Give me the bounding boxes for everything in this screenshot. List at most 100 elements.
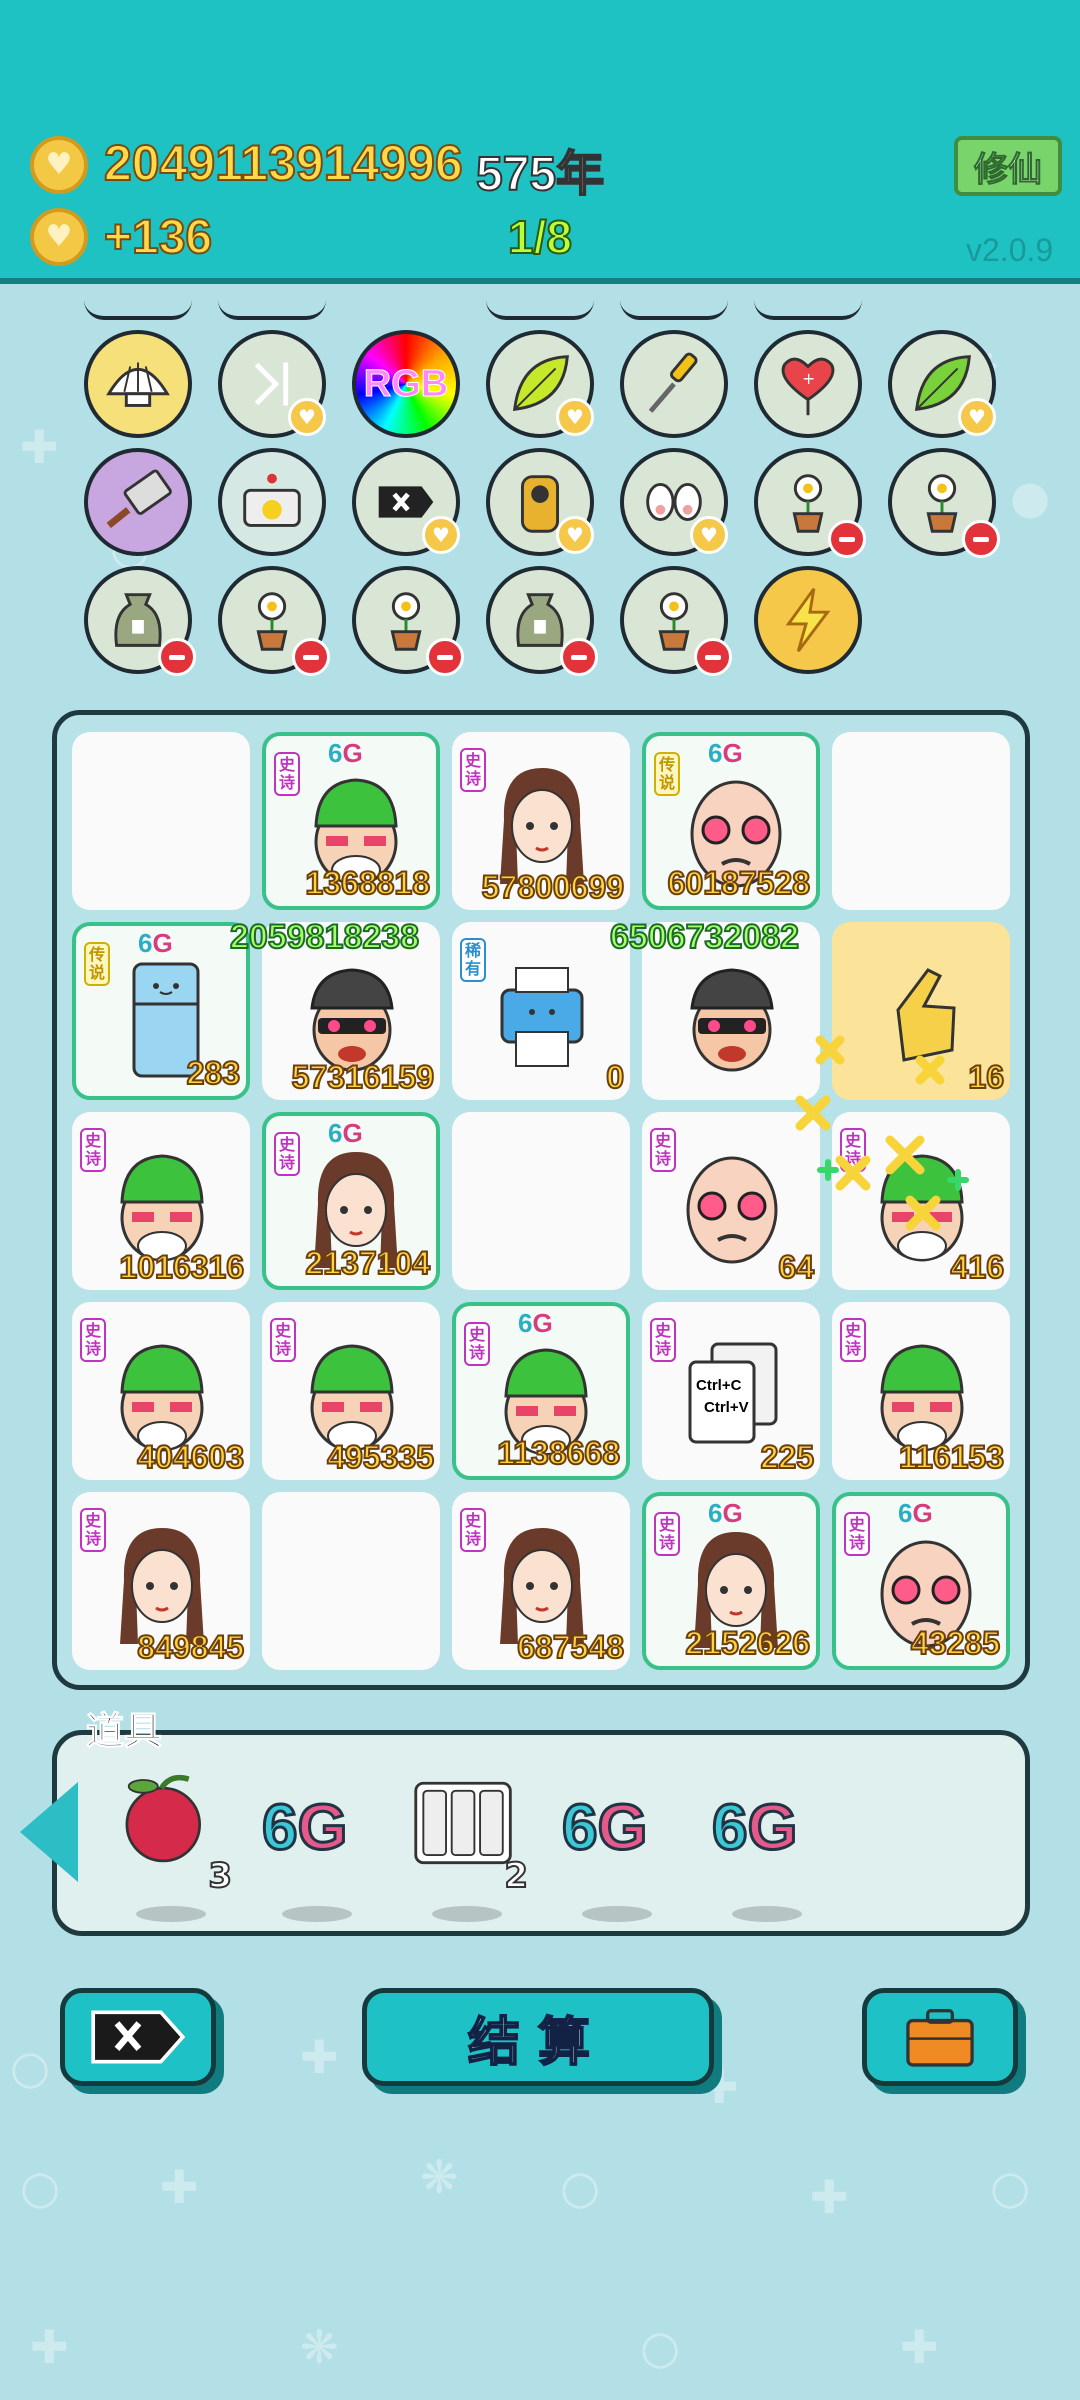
cell-value: 60187528 bbox=[667, 864, 811, 902]
cell-value: 404603 bbox=[136, 1438, 245, 1476]
heart-bag-item[interactable]: + bbox=[754, 330, 862, 438]
sixg-icon: 6G bbox=[561, 1790, 649, 1865]
board-cell-printer[interactable]: 稀有 0 bbox=[452, 922, 630, 1100]
bag-button[interactable] bbox=[862, 1988, 1018, 2086]
empty-board-cell[interactable] bbox=[832, 732, 1010, 910]
settle-button[interactable]: 结算 bbox=[362, 1988, 714, 2086]
remove-badge-icon[interactable] bbox=[426, 638, 464, 676]
arrow-left-icon[interactable] bbox=[20, 1782, 78, 1882]
rarity-tag: 史诗 bbox=[80, 1128, 106, 1172]
cell-value: 2152626 bbox=[684, 1624, 811, 1662]
close-tag-icon bbox=[91, 2010, 186, 2064]
board-cell-green-hat[interactable]: 史诗 116153 bbox=[832, 1302, 1010, 1480]
flower-pot-item[interactable] bbox=[218, 566, 330, 676]
remove-badge-icon[interactable] bbox=[158, 638, 196, 676]
flower-pot-item[interactable] bbox=[352, 566, 464, 676]
leaf-item[interactable]: ♥ bbox=[888, 330, 996, 438]
heart-badge-icon: ♥ bbox=[422, 516, 460, 554]
cell-value: 283 bbox=[186, 1054, 241, 1092]
empty-board-cell[interactable] bbox=[262, 1492, 440, 1670]
sack-item[interactable] bbox=[486, 566, 598, 676]
flower-pot-item[interactable] bbox=[620, 566, 732, 676]
board-cell-copy[interactable]: Ctrl+C Ctrl+V 史诗 225 bbox=[642, 1302, 820, 1480]
board-cell-green-hat[interactable]: 史诗 1016316 bbox=[72, 1112, 250, 1290]
heart-badge-icon: ♥ bbox=[288, 398, 326, 436]
remove-badge-icon[interactable] bbox=[828, 520, 866, 558]
board-cell-green-hat[interactable]: 史诗 6G 1138668 bbox=[452, 1302, 630, 1480]
sack-item[interactable] bbox=[84, 566, 196, 676]
heart-badge-icon: ♥ bbox=[556, 398, 594, 436]
empty-board-cell[interactable] bbox=[72, 732, 250, 910]
board-cell-fridge[interactable]: 传说 6G 283 bbox=[72, 922, 250, 1100]
sixg-prop[interactable]: 6G bbox=[711, 1770, 822, 1922]
board-cell-girl[interactable]: 史诗 57800699 bbox=[452, 732, 630, 910]
board-cell-girl[interactable]: 史诗 849845 bbox=[72, 1492, 250, 1670]
lightning-item[interactable] bbox=[754, 566, 862, 674]
remove-badge-icon[interactable] bbox=[292, 638, 330, 676]
xiuxian-button[interactable]: 修仙 bbox=[954, 136, 1062, 196]
cat-item[interactable]: ♥ bbox=[486, 448, 594, 556]
cell-value: 57316159 bbox=[291, 1058, 435, 1096]
rarity-tag: 史诗 bbox=[460, 1508, 486, 1552]
empty-board-cell[interactable] bbox=[452, 1112, 630, 1290]
remove-badge-icon[interactable] bbox=[560, 638, 598, 676]
svg-text:+: + bbox=[802, 370, 815, 388]
prop-count: 2 bbox=[503, 1855, 529, 1897]
close-tag-item[interactable]: ♥ bbox=[352, 448, 460, 556]
flower-pot-item[interactable] bbox=[888, 448, 1000, 558]
board-cell-girl[interactable]: 史诗 687548 bbox=[452, 1492, 630, 1670]
floating-value: 6506732082 bbox=[609, 917, 800, 957]
year-counter: 575年 bbox=[475, 147, 605, 202]
rarity-tag: 史诗 bbox=[80, 1508, 106, 1552]
board-cell-girl[interactable]: 史诗 6G 2152626 bbox=[642, 1492, 820, 1670]
version-label: v2.0.9 bbox=[966, 232, 1054, 268]
sixg-prop[interactable]: 6G bbox=[261, 1770, 372, 1922]
board-cell-bald[interactable]: 史诗 6G 43285 bbox=[832, 1492, 1010, 1670]
cell-value: 57800699 bbox=[481, 868, 625, 906]
lightning-icon bbox=[785, 587, 831, 653]
cell-value: 495335 bbox=[326, 1438, 435, 1476]
remove-badge-icon[interactable] bbox=[694, 638, 732, 676]
board-cell-bald[interactable]: 传说 6G 60187528 bbox=[642, 732, 820, 910]
flower-pot-item[interactable] bbox=[754, 448, 866, 558]
briefcase-icon bbox=[906, 2009, 974, 2067]
cell-value: 43285 bbox=[910, 1624, 1001, 1662]
duck-pot-item[interactable] bbox=[218, 448, 326, 556]
sixg-prop[interactable]: 6G bbox=[561, 1770, 672, 1922]
screwdriver-item[interactable] bbox=[620, 330, 728, 438]
remove-badge-icon[interactable] bbox=[962, 520, 1000, 558]
cards-icon bbox=[414, 1781, 512, 1865]
board-cell-green-hat[interactable]: 史诗 404603 bbox=[72, 1302, 250, 1480]
discard-button[interactable] bbox=[60, 1988, 216, 2086]
sixg-badge: 6G bbox=[328, 1118, 363, 1148]
rarity-tag: 史诗 bbox=[274, 752, 300, 796]
shell-icon bbox=[106, 362, 170, 407]
leaf-item[interactable]: ♥ bbox=[486, 330, 594, 438]
sixg-badge: 6G bbox=[328, 738, 363, 768]
svg-text:Ctrl+C: Ctrl+C bbox=[696, 1377, 742, 1394]
sixg-badge: 6G bbox=[138, 928, 173, 958]
cleaver-item[interactable] bbox=[84, 448, 192, 556]
heart-bag-icon: + bbox=[781, 357, 835, 416]
rarity-tag: 史诗 bbox=[840, 1318, 866, 1362]
prop-shadow bbox=[282, 1906, 352, 1922]
cell-value: 64 bbox=[777, 1248, 815, 1286]
svg-text:Ctrl+V: Ctrl+V bbox=[704, 1399, 749, 1416]
rgb-item[interactable]: RGB bbox=[352, 330, 460, 438]
level-progress: 1/8 bbox=[507, 210, 573, 264]
rarity-tag: 史诗 bbox=[464, 1322, 490, 1366]
rarity-tag: 史诗 bbox=[650, 1128, 676, 1172]
skip-item[interactable]: ♥ bbox=[218, 330, 326, 438]
screwdriver-icon bbox=[648, 352, 698, 413]
rarity-tag: 史诗 bbox=[270, 1318, 296, 1362]
board-cell-girl[interactable]: 史诗 6G 2137104 bbox=[262, 1112, 440, 1290]
lychee-prop[interactable]: 3 bbox=[116, 1770, 233, 1922]
cow-item[interactable]: ♥ bbox=[620, 448, 728, 556]
duck-pot-icon bbox=[243, 473, 301, 527]
income-counter: +136 bbox=[103, 210, 213, 265]
board-cell-green-hat[interactable]: 史诗 495335 bbox=[262, 1302, 440, 1480]
shell-item[interactable] bbox=[84, 330, 192, 438]
board-cell-green-hat[interactable]: 史诗 6G 1368818 bbox=[262, 732, 440, 910]
cards-prop[interactable]: 2 bbox=[412, 1770, 529, 1922]
cell-value: 0 bbox=[605, 1058, 625, 1096]
